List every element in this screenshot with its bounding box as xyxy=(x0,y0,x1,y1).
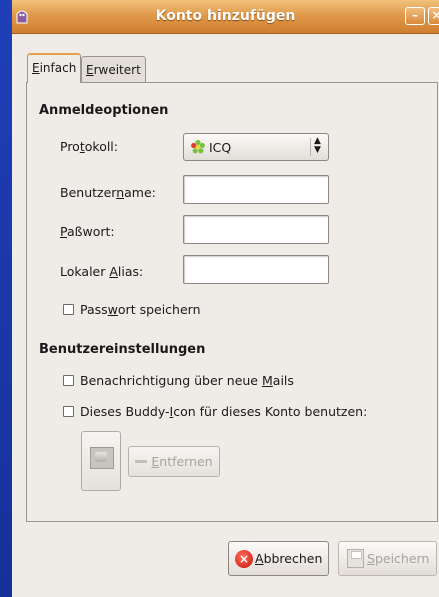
username-input[interactable] xyxy=(183,175,329,204)
minimize-button[interactable]: – xyxy=(405,7,425,25)
remove-icon xyxy=(135,460,148,463)
updown-arrow-icon: ▲ ▼ xyxy=(314,136,321,155)
tab-einfach-mnemonic: E xyxy=(32,61,40,75)
close-button[interactable]: × xyxy=(428,7,439,25)
checkbox-box[interactable] xyxy=(63,375,74,386)
alias-label: Lokaler Alias: xyxy=(60,264,144,279)
remove-icon-button[interactable]: Entfernen xyxy=(128,446,220,477)
tab-erweitert-label: rweitert xyxy=(93,63,141,77)
close-icon: × xyxy=(431,8,439,22)
save-button[interactable]: Speichern xyxy=(338,541,437,576)
title-bar[interactable]: Konto hinzufügen – × xyxy=(12,0,439,34)
checkbox-box[interactable] xyxy=(63,304,74,315)
alias-input[interactable] xyxy=(183,255,329,284)
combo-separator xyxy=(310,138,311,156)
tab-erweitert[interactable]: Erweitert xyxy=(81,56,146,82)
pidgin-app-icon xyxy=(16,10,28,24)
window-title: Konto hinzufügen xyxy=(155,8,296,24)
new-mail-notify-checkbox[interactable]: Benachrichtigung über neue Mails xyxy=(63,373,294,388)
add-account-dialog: Konto hinzufügen – × Einfach Erweitert A… xyxy=(12,0,439,597)
protocol-value: ICQ xyxy=(209,140,232,155)
desktop-background xyxy=(0,0,12,597)
cancel-icon: × xyxy=(235,550,253,568)
password-label: Paßwort: xyxy=(60,224,115,239)
protocol-select[interactable]: ICQ ▲ ▼ xyxy=(183,133,329,161)
user-settings-heading: Benutzereinstellungen xyxy=(39,342,206,357)
password-input[interactable] xyxy=(183,215,329,244)
checkbox-box[interactable] xyxy=(63,406,74,417)
icq-flower-icon xyxy=(191,139,205,154)
protocol-label: Protokoll: xyxy=(60,139,118,154)
buddy-icon-button[interactable] xyxy=(81,431,121,491)
tab-einfach[interactable]: Einfach xyxy=(27,53,82,83)
minimize-icon: – xyxy=(412,8,418,22)
buddy-icon-checkbox[interactable]: Dieses Buddy-Icon für dieses Konto benut… xyxy=(63,404,367,419)
tab-panel-einfach: Anmeldeoptionen Protokoll: ICQ ▲ ▼ Benutz… xyxy=(26,82,438,522)
tab-erweitert-mnemonic: E xyxy=(86,63,94,77)
username-label: Benutzername: xyxy=(60,185,156,200)
login-options-heading: Anmeldeoptionen xyxy=(39,103,169,118)
remember-password-checkbox[interactable]: Passwort speichern xyxy=(63,302,201,317)
save-disk-icon xyxy=(347,549,364,568)
tab-einfach-label: infach xyxy=(39,61,77,75)
cancel-button[interactable]: × Abbrechen xyxy=(228,541,329,576)
image-placeholder-icon xyxy=(90,447,114,469)
